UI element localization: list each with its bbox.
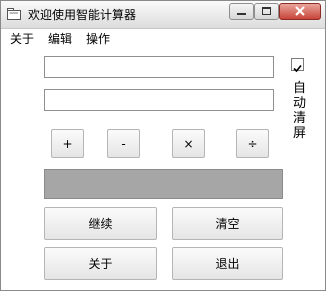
calculator-window: 欢迎使用智能计算器 关于 编辑 操作 自 动 清 屏 + - × ÷ 继续 清空…: [0, 0, 326, 291]
result-display: [44, 169, 283, 199]
maximize-icon: [262, 7, 271, 15]
auto-clear-label-char: 动: [293, 96, 307, 111]
minimize-button[interactable]: [229, 3, 254, 20]
window-title: 欢迎使用智能计算器: [28, 8, 137, 22]
auto-clear-label: 自 动 清 屏: [293, 81, 307, 141]
menu-bar: 关于 编辑 操作: [1, 29, 325, 47]
auto-clear-label-char: 屏: [293, 126, 307, 141]
auto-clear-label-char: 自: [293, 81, 307, 96]
title-bar[interactable]: 欢迎使用智能计算器: [1, 1, 325, 29]
divide-button[interactable]: ÷: [236, 129, 269, 158]
first-number-input[interactable]: [44, 56, 274, 78]
continue-button[interactable]: 继续: [44, 207, 157, 240]
maximize-button[interactable]: [254, 3, 279, 20]
multiply-button[interactable]: ×: [172, 129, 205, 158]
menu-operate[interactable]: 操作: [86, 30, 110, 47]
second-number-input[interactable]: [44, 89, 274, 111]
close-button[interactable]: [279, 3, 321, 20]
menu-about[interactable]: 关于: [10, 30, 34, 47]
about-button[interactable]: 关于: [44, 247, 157, 280]
close-icon: [295, 6, 305, 16]
subtract-button[interactable]: -: [107, 129, 140, 158]
auto-clear-label-char: 清: [293, 111, 307, 126]
checkmark-icon: [293, 64, 302, 73]
auto-clear-checkbox[interactable]: [291, 58, 304, 73]
add-button[interactable]: +: [51, 129, 84, 158]
exit-button[interactable]: 退出: [172, 247, 283, 280]
clear-button[interactable]: 清空: [172, 207, 283, 240]
app-window-icon: [7, 8, 21, 20]
menu-edit[interactable]: 编辑: [48, 30, 72, 47]
minimize-icon: [237, 13, 246, 15]
